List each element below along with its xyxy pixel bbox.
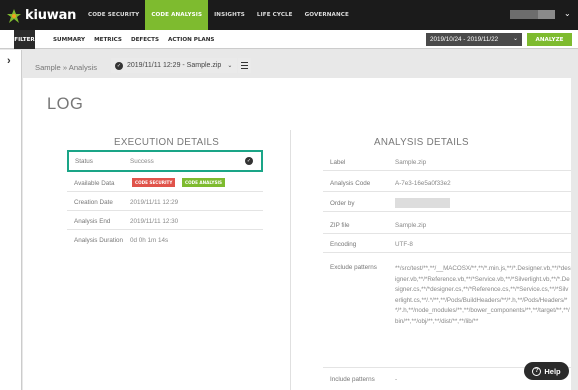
secondary-bar: FILTER SUMMARY METRICS DEFECTS ACTION PL… xyxy=(0,30,578,49)
zip-file-row: ZIP file Sample.zip xyxy=(323,216,571,234)
menu-icon[interactable] xyxy=(238,58,251,73)
analysis-details-title: ANALYSIS DETAILS xyxy=(374,137,469,148)
chevron-down-icon: ⌄ xyxy=(512,36,518,42)
label-value: Sample.zip xyxy=(395,159,427,166)
status-row: Status Success ✓ xyxy=(67,150,263,172)
zip-file-value: Sample.zip xyxy=(395,222,427,229)
nav-code-analysis[interactable]: CODE ANALYSIS xyxy=(145,0,209,30)
tab-summary[interactable]: SUMMARY xyxy=(53,37,85,43)
brand-name: kiuwan xyxy=(25,8,77,23)
check-circle-icon: ✓ xyxy=(245,157,253,165)
breadcrumb-path[interactable]: Sample » Analysis xyxy=(35,63,97,72)
order-by-label: Order by xyxy=(330,200,355,207)
analysis-code-label: Analysis Code xyxy=(330,180,371,187)
creation-date-value: 2019/11/11 12:29 xyxy=(130,199,179,206)
creation-date-label: Creation Date xyxy=(74,199,113,206)
date-range-value: 2019/10/24 - 2019/11/22 xyxy=(430,36,499,43)
zip-file-label: ZIP file xyxy=(330,222,350,229)
tab-action-plans[interactable]: ACTION PLANS xyxy=(168,37,214,43)
nav-code-security[interactable]: CODE SECURITY xyxy=(82,0,145,30)
date-range-select[interactable]: 2019/10/24 - 2019/11/22 ⌄ xyxy=(426,33,522,46)
analysis-select-value: 2019/11/11 12:29 - Sample.zip xyxy=(127,62,222,69)
page-title: LOG xyxy=(47,95,84,113)
analysis-end-label: Analysis End xyxy=(74,218,111,225)
order-by-row: Order by xyxy=(323,194,571,212)
help-button[interactable]: ? Help xyxy=(524,362,569,380)
chevron-down-icon: ⌄ xyxy=(227,63,233,69)
analysis-select[interactable]: ✓ 2019/11/11 12:29 - Sample.zip ⌄ xyxy=(111,58,237,73)
user-menu-chevron-icon[interactable]: ⌄ xyxy=(564,9,571,18)
tag-code-security: CODE SECURITY xyxy=(132,178,176,187)
filter-tab[interactable]: FILTER xyxy=(14,30,35,49)
exclude-patterns-value: **/src/test/**,**/__MACOSX/**,**/*.min.j… xyxy=(395,265,571,325)
execution-details-title: EXECUTION DETAILS xyxy=(114,137,220,148)
kiuwan-logo[interactable]: kiuwan xyxy=(6,7,76,24)
expand-chevron-icon[interactable]: › xyxy=(7,55,11,67)
encoding-row: Encoding UTF-8 xyxy=(323,235,571,253)
main-nav: CODE SECURITY CODE ANALYSIS INSIGHTS LIF… xyxy=(82,0,355,30)
encoding-label: Encoding xyxy=(330,241,357,248)
tag-code-analysis: CODE ANALYSIS xyxy=(182,178,226,187)
available-data-label: Available Data xyxy=(74,180,115,187)
check-circle-icon: ✓ xyxy=(115,61,123,70)
tab-defects[interactable]: DEFECTS xyxy=(131,37,159,43)
analysis-duration-value: 0d 0h 1m 14s xyxy=(130,237,169,244)
top-navigation-bar: kiuwan CODE SECURITY CODE ANALYSIS INSIG… xyxy=(0,0,578,30)
nav-insights[interactable]: INSIGHTS xyxy=(208,0,251,30)
help-label: Help xyxy=(544,366,561,376)
question-icon: ? xyxy=(532,366,542,376)
analysis-end-row: Analysis End 2019/11/11 12:30 xyxy=(67,212,263,230)
include-patterns-value: - xyxy=(395,376,398,383)
include-patterns-label: Include patterns xyxy=(330,376,375,383)
order-by-redacted xyxy=(395,198,450,208)
breadcrumb: Sample » Analysis xyxy=(35,60,97,74)
secondary-nav: SUMMARY METRICS DEFECTS ACTION PLANS xyxy=(53,30,223,49)
analyze-button[interactable]: ANALYZE xyxy=(527,33,572,46)
creation-date-row: Creation Date 2019/11/11 12:29 xyxy=(67,193,263,211)
nav-life-cycle[interactable]: LIFE CYCLE xyxy=(251,0,299,30)
exclude-patterns-label: Exclude patterns xyxy=(330,264,377,271)
encoding-value: UTF-8 xyxy=(395,241,413,248)
status-label: Status xyxy=(75,158,93,165)
analysis-end-value: 2019/11/11 12:30 xyxy=(130,218,179,225)
kiuwan-logo-icon xyxy=(7,8,21,23)
user-avatar[interactable] xyxy=(538,10,555,19)
analysis-code-row: Analysis Code A-7e3-16e5a0f33e2 xyxy=(323,174,571,192)
nav-governance[interactable]: GOVERNANCE xyxy=(299,0,355,30)
status-value: Success xyxy=(130,158,154,165)
analysis-code-value: A-7e3-16e5a0f33e2 xyxy=(395,180,451,187)
column-divider xyxy=(290,130,291,390)
left-rail: › xyxy=(0,50,22,390)
analysis-duration-label: Analysis Duration xyxy=(74,237,123,244)
tab-metrics[interactable]: METRICS xyxy=(94,37,122,43)
available-data-row: Available Data CODE SECURITY CODE ANALYS… xyxy=(67,174,263,192)
analysis-duration-row: Analysis Duration 0d 0h 1m 14s xyxy=(67,231,263,249)
label-row: Label Sample.zip xyxy=(323,153,571,171)
label-label: Label xyxy=(330,159,346,166)
